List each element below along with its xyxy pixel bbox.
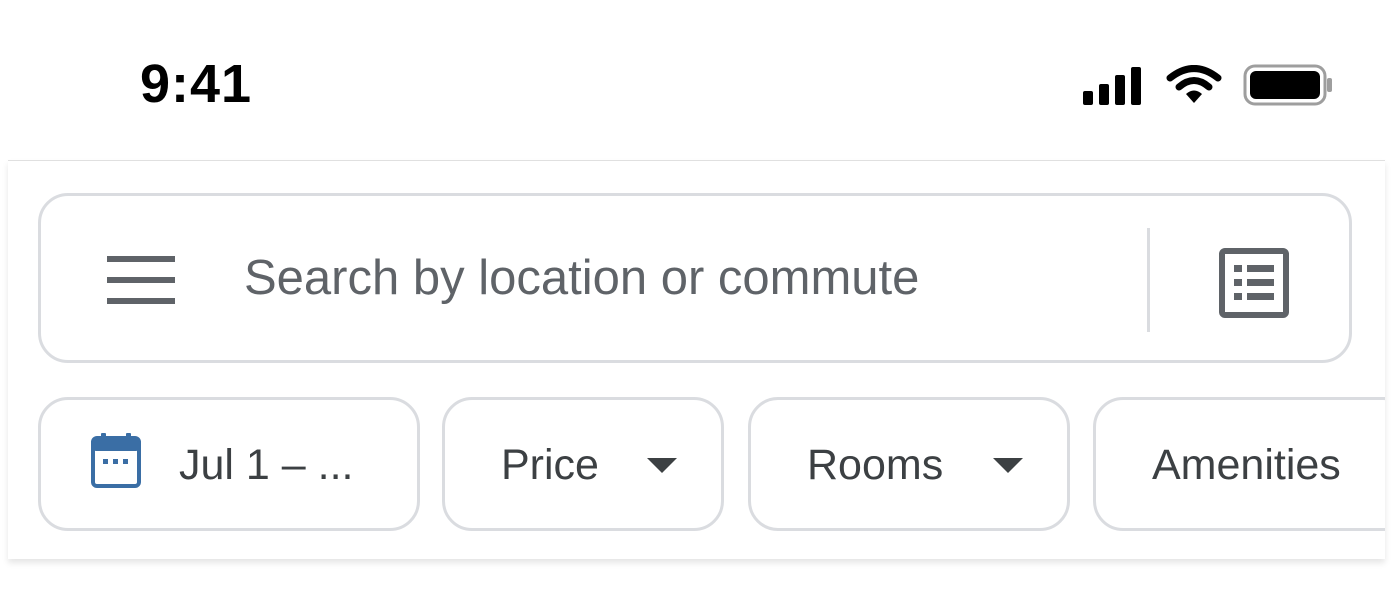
price-filter-chip[interactable]: Price: [442, 397, 724, 531]
search-bar[interactable]: Search by location or commute: [38, 193, 1352, 363]
battery-icon: [1243, 64, 1333, 111]
dates-filter-label: Jul 1 – ...: [179, 441, 354, 489]
status-bar: 9:41: [0, 0, 1393, 160]
calendar-icon: [91, 433, 141, 494]
rooms-filter-chip[interactable]: Rooms: [748, 397, 1070, 531]
search-panel: Search by location or commute Jul 1 – ..…: [8, 160, 1385, 559]
amenities-filter-chip[interactable]: Amenities: [1093, 397, 1385, 531]
chevron-down-icon: [647, 458, 677, 473]
cellular-signal-icon: [1081, 65, 1145, 110]
rooms-filter-label: Rooms: [807, 441, 944, 489]
status-icons: [1081, 64, 1333, 111]
amenities-filter-label: Amenities: [1152, 441, 1341, 489]
chevron-down-icon: [993, 458, 1023, 473]
search-input[interactable]: Search by location or commute: [244, 246, 919, 310]
wifi-icon: [1165, 65, 1223, 110]
status-time: 9:41: [140, 54, 253, 114]
hamburger-menu-icon[interactable]: [107, 256, 175, 304]
search-divider: [1147, 228, 1150, 332]
list-view-icon[interactable]: [1219, 248, 1289, 318]
dates-filter-chip[interactable]: Jul 1 – ...: [38, 397, 420, 531]
price-filter-label: Price: [501, 441, 599, 489]
